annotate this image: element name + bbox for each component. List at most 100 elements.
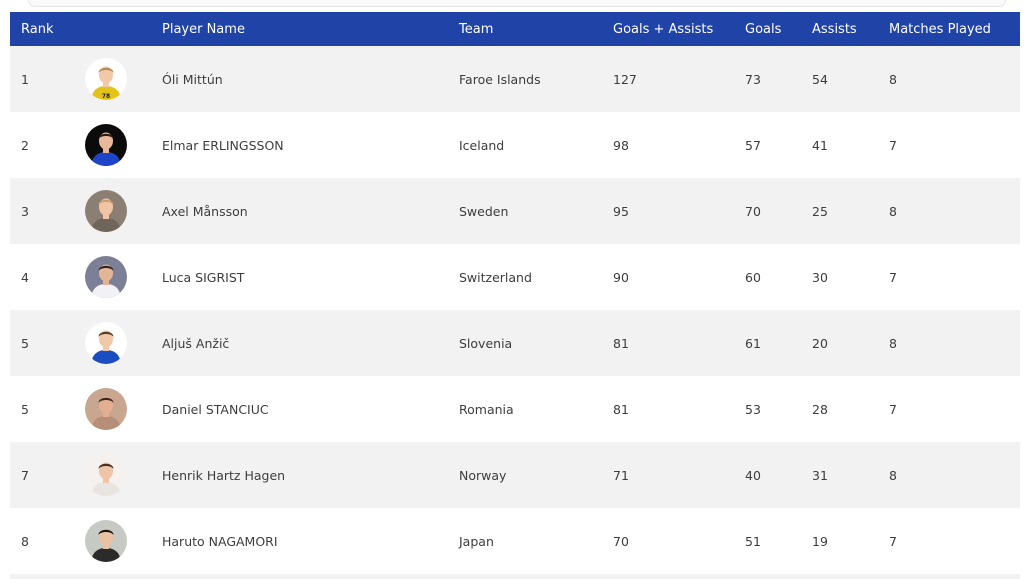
rank-cell: 1: [21, 71, 29, 87]
column-header-goals[interactable]: Goals: [745, 12, 781, 46]
team-cell: Sweden: [459, 203, 509, 219]
player-portrait-icon: [85, 322, 127, 364]
rank-cell: 4: [21, 269, 29, 285]
top-edge-decoration: [28, 0, 1006, 7]
player-avatar[interactable]: [85, 454, 127, 496]
rank-cell: 3: [21, 203, 29, 219]
table-header: Rank Player Name Team Goals + Assists Go…: [10, 12, 1020, 46]
player-photo-cell: [85, 112, 127, 178]
player-name-cell[interactable]: Daniel STANCIUC: [162, 376, 269, 442]
player-name-cell[interactable]: Haruto NAGAMORI: [162, 508, 278, 574]
player-portrait-icon: [85, 256, 127, 298]
team-cell: Switzerland: [459, 269, 532, 285]
column-header-matches-played[interactable]: Matches Played: [889, 12, 991, 46]
goals-assists-cell: 71: [613, 467, 629, 483]
player-photo-cell: [85, 442, 127, 508]
column-header-rank[interactable]: Rank: [21, 12, 53, 46]
team-cell: Faroe Islands: [459, 71, 541, 87]
rank-cell: 7: [21, 467, 29, 483]
column-header-goals-assists[interactable]: Goals + Assists: [613, 12, 713, 46]
matches-played-cell: 7: [889, 533, 897, 549]
assists-cell: 30: [812, 269, 828, 285]
player-portrait-icon: [85, 388, 127, 430]
matches-played-cell: 8: [889, 467, 897, 483]
player-photo-cell: [85, 508, 127, 574]
next-row-partial: [10, 574, 1020, 579]
player-portrait-icon: [85, 520, 127, 562]
assists-cell: 41: [812, 137, 828, 153]
player-avatar[interactable]: [85, 190, 127, 232]
rank-cell: 5: [21, 401, 29, 417]
player-name-cell[interactable]: Aljuš Anžič: [162, 310, 229, 376]
assists-cell: 54: [812, 71, 828, 87]
player-avatar[interactable]: [85, 124, 127, 166]
player-portrait-icon: [85, 124, 127, 166]
matches-played-cell: 7: [889, 269, 897, 285]
goals-cell: 57: [745, 137, 761, 153]
table-body: 1 78 Óli Mittún Faroe Islands 127 73 54 8 2 Elmar…: [10, 46, 1020, 574]
goals-cell: 40: [745, 467, 761, 483]
assists-cell: 28: [812, 401, 828, 417]
player-name-cell[interactable]: Luca SIGRIST: [162, 244, 244, 310]
rank-cell: 2: [21, 137, 29, 153]
table-row[interactable]: 4 Luca SIGRIST Switzerland 90 60 30 7: [10, 244, 1020, 310]
column-header-team[interactable]: Team: [459, 12, 493, 46]
team-cell: Norway: [459, 467, 507, 483]
assists-cell: 25: [812, 203, 828, 219]
team-cell: Japan: [459, 533, 494, 549]
matches-played-cell: 7: [889, 137, 897, 153]
table-row[interactable]: 3 Axel Månsson Sweden 95 70 25 8: [10, 178, 1020, 244]
goals-cell: 70: [745, 203, 761, 219]
player-avatar[interactable]: 78: [85, 58, 127, 100]
goals-cell: 60: [745, 269, 761, 285]
player-photo-cell: [85, 178, 127, 244]
player-name-cell[interactable]: Axel Månsson: [162, 178, 248, 244]
team-cell: Iceland: [459, 137, 505, 153]
goals-cell: 73: [745, 71, 761, 87]
matches-played-cell: 8: [889, 71, 897, 87]
table-row[interactable]: 1 78 Óli Mittún Faroe Islands 127 73 54 8: [10, 46, 1020, 112]
goals-assists-cell: 81: [613, 401, 629, 417]
player-name-cell[interactable]: Óli Mittún: [162, 46, 223, 112]
table-row[interactable]: 7 Henrik Hartz Hagen Norway 71 40 31 8: [10, 442, 1020, 508]
shirt-number-text: 78: [102, 93, 110, 100]
matches-played-cell: 7: [889, 401, 897, 417]
player-photo-cell: [85, 376, 127, 442]
player-avatar[interactable]: [85, 388, 127, 430]
player-portrait-icon: [85, 190, 127, 232]
player-photo-cell: 78: [85, 46, 127, 112]
player-name-cell[interactable]: Elmar ERLINGSSON: [162, 112, 284, 178]
goals-assists-cell: 81: [613, 335, 629, 351]
matches-played-cell: 8: [889, 335, 897, 351]
assists-cell: 19: [812, 533, 828, 549]
leaderboard-table: Rank Player Name Team Goals + Assists Go…: [10, 12, 1020, 574]
player-name-cell[interactable]: Henrik Hartz Hagen: [162, 442, 285, 508]
player-avatar[interactable]: [85, 256, 127, 298]
team-cell: Romania: [459, 401, 514, 417]
player-portrait-icon: [85, 454, 127, 496]
table-row[interactable]: 5 Aljuš Anžič Slovenia 81 61 20 8: [10, 310, 1020, 376]
goals-assists-cell: 70: [613, 533, 629, 549]
goals-assists-cell: 127: [613, 71, 637, 87]
goals-assists-cell: 98: [613, 137, 629, 153]
column-header-assists[interactable]: Assists: [812, 12, 857, 46]
team-cell: Slovenia: [459, 335, 513, 351]
player-photo-cell: [85, 310, 127, 376]
matches-played-cell: 8: [889, 203, 897, 219]
table-row[interactable]: 5 Daniel STANCIUC Romania 81 53 28 7: [10, 376, 1020, 442]
goals-cell: 51: [745, 533, 761, 549]
column-header-player-name[interactable]: Player Name: [162, 12, 245, 46]
rank-cell: 8: [21, 533, 29, 549]
goals-cell: 53: [745, 401, 761, 417]
table-row[interactable]: 2 Elmar ERLINGSSON Iceland 98 57 41 7: [10, 112, 1020, 178]
assists-cell: 31: [812, 467, 828, 483]
goals-assists-cell: 95: [613, 203, 629, 219]
goals-assists-cell: 90: [613, 269, 629, 285]
rank-cell: 5: [21, 335, 29, 351]
player-avatar[interactable]: [85, 322, 127, 364]
player-avatar[interactable]: [85, 520, 127, 562]
goals-cell: 61: [745, 335, 761, 351]
assists-cell: 20: [812, 335, 828, 351]
table-row[interactable]: 8 Haruto NAGAMORI Japan 70 51 19 7: [10, 508, 1020, 574]
player-photo-cell: [85, 244, 127, 310]
